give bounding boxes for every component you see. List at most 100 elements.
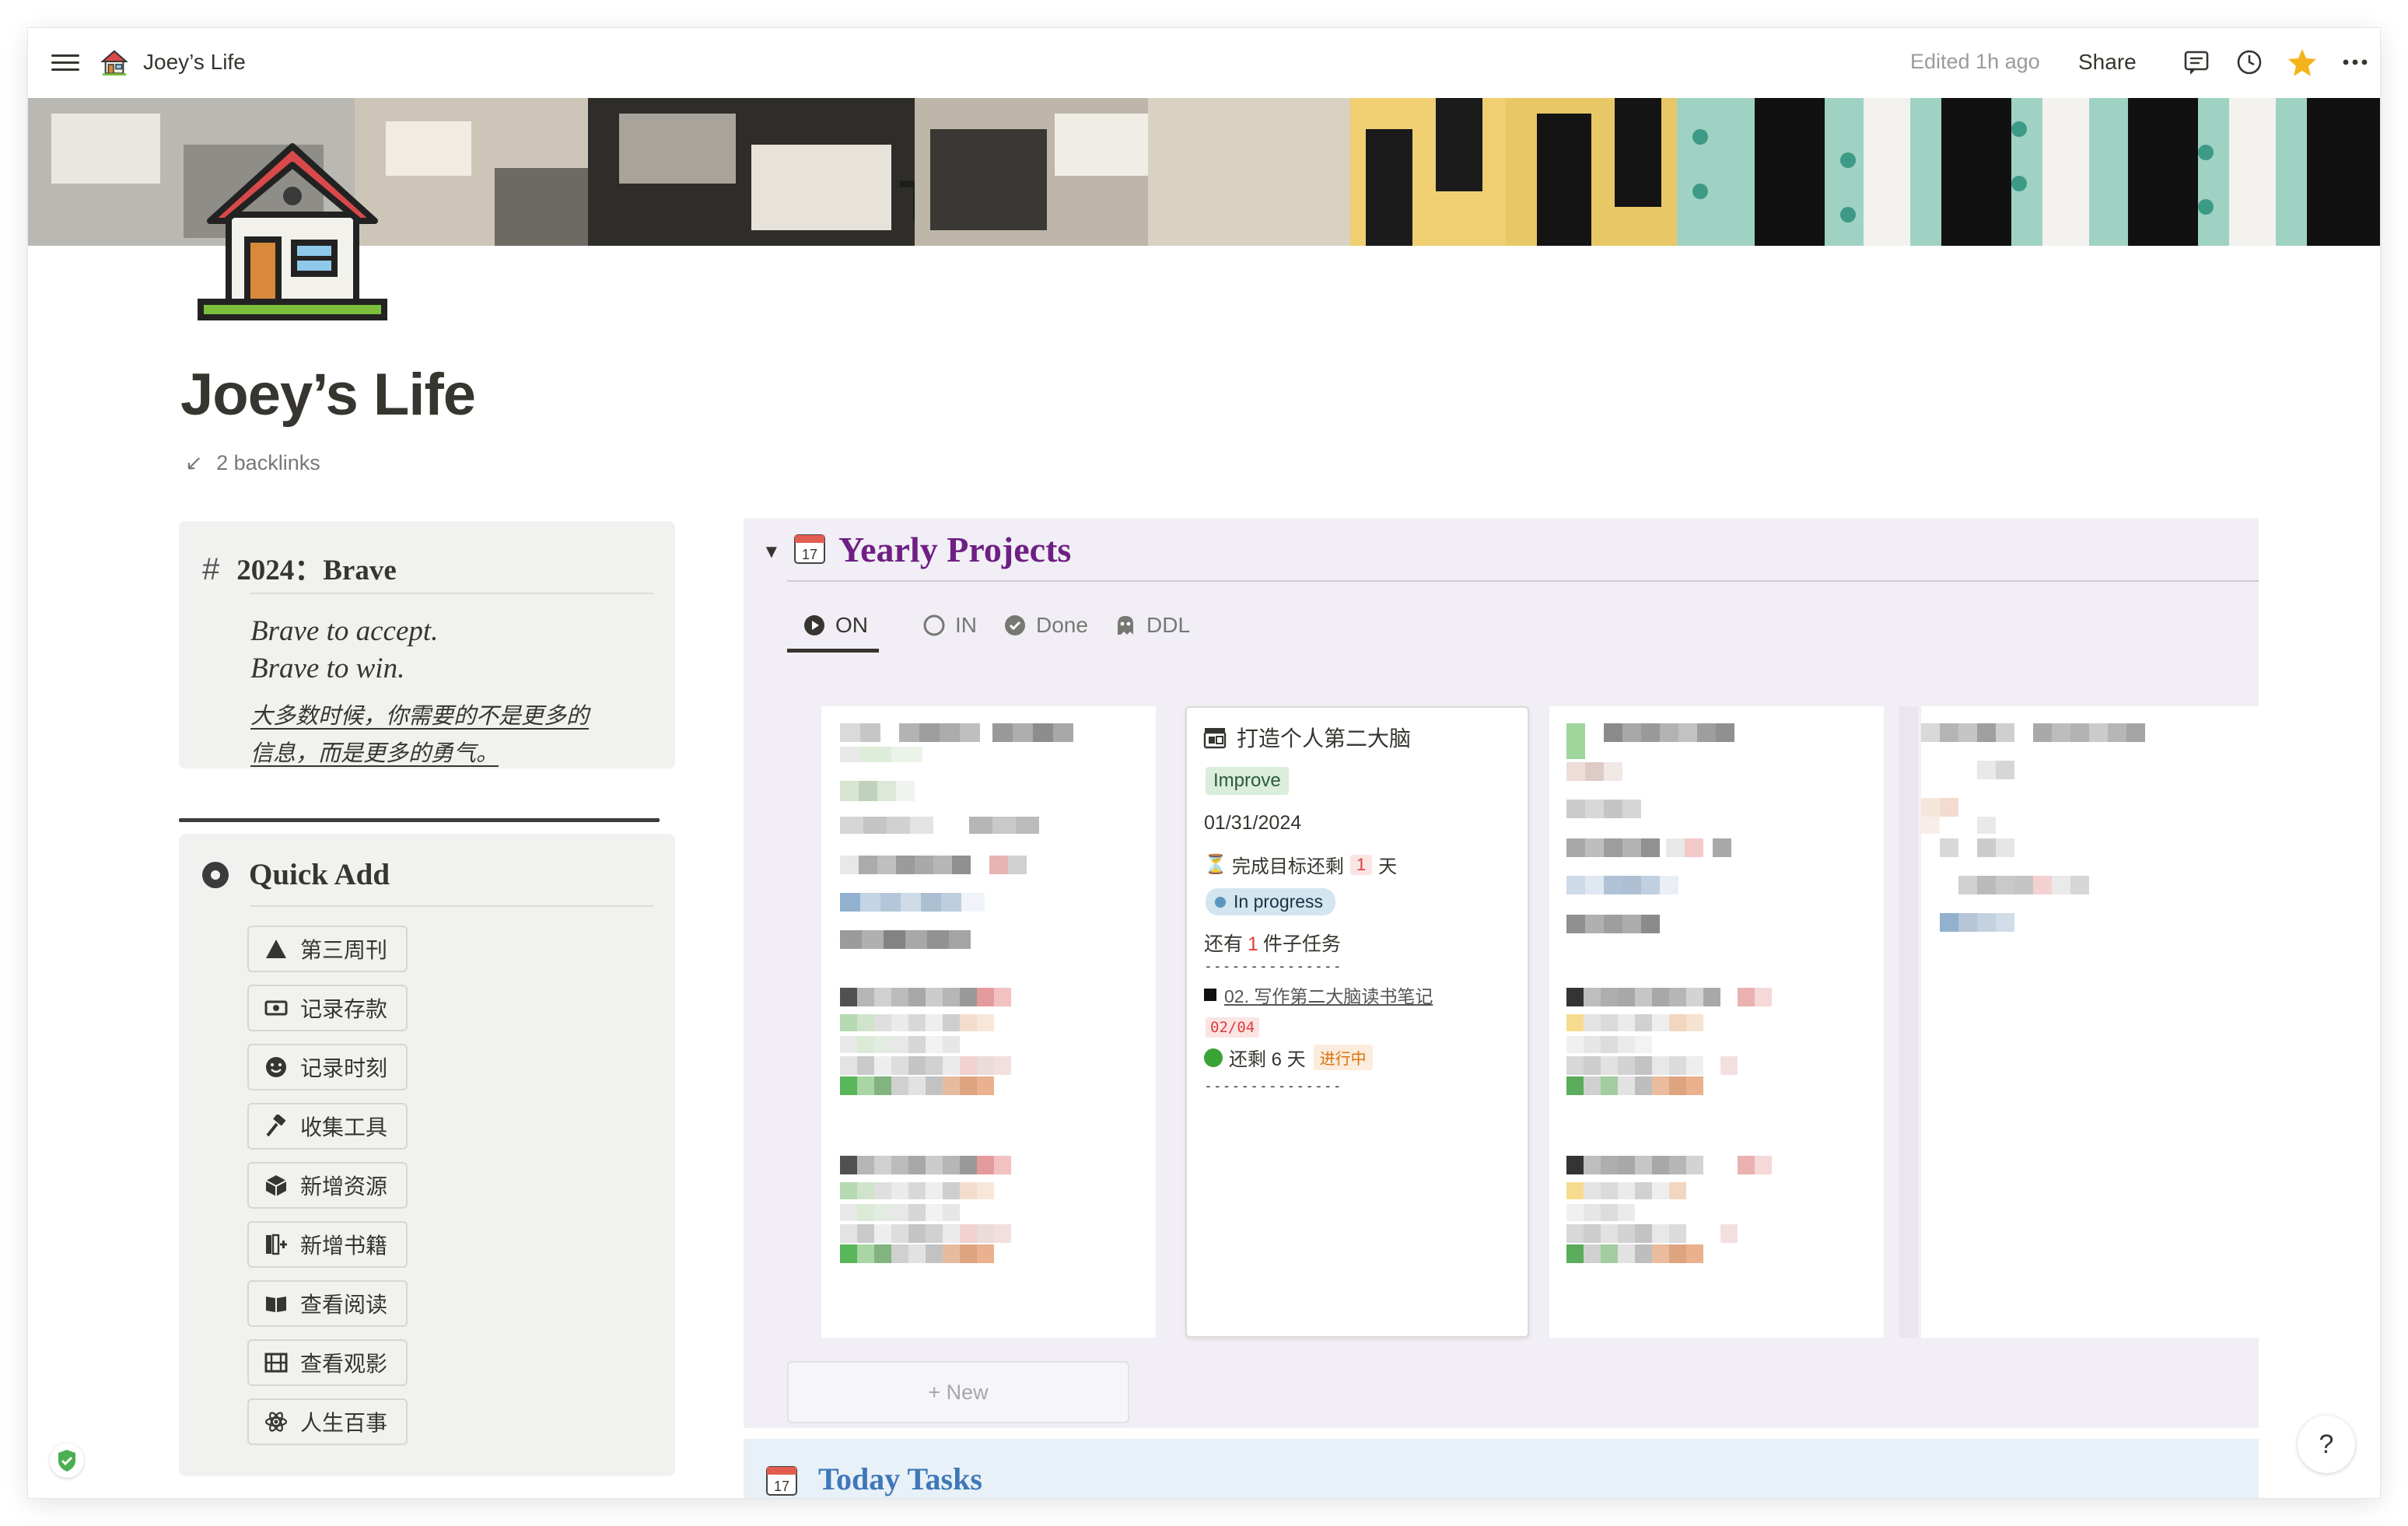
quick-add-button-label: 记录存款 <box>300 997 388 1021</box>
tab-ddl[interactable]: DDL <box>1114 602 1190 649</box>
remain-number: 1 <box>1349 854 1373 875</box>
status-label: In progress <box>1234 891 1324 912</box>
board-card-blurred[interactable] <box>821 706 1156 1338</box>
svg-text:17: 17 <box>774 1479 789 1494</box>
category-tag: Improve <box>1206 767 1289 795</box>
share-button[interactable]: Share <box>2078 50 2137 75</box>
page-title[interactable]: Joey’s Life <box>180 361 476 429</box>
atom-icon <box>263 1409 289 1435</box>
hammer-icon <box>263 1113 289 1139</box>
subtask-date: 02/04 <box>1206 1017 1260 1038</box>
today-tasks-title[interactable]: Today Tasks <box>818 1461 982 1497</box>
yearly-projects-title[interactable]: Yearly Projects <box>838 529 1071 570</box>
quick-add-button-label: 人生百事 <box>300 1411 388 1435</box>
remaining-text: 还剩 6 天 <box>1229 1049 1306 1070</box>
check-circle-icon <box>1005 615 1025 635</box>
subtask-prefix: 还有 <box>1204 933 1244 955</box>
days-remaining: ⏳ 完成目标还剩 1 天 <box>1204 851 1397 878</box>
quick-add-button-tools[interactable]: 收集工具 <box>247 1103 408 1150</box>
subtask-count: 还有 1 件子任务 <box>1204 929 1341 957</box>
quick-add-button-resource[interactable]: 新增资源 <box>247 1162 408 1209</box>
quick-add-button-reading[interactable]: 查看阅读 <box>247 1280 408 1327</box>
help-button[interactable]: ? <box>2298 1416 2355 1473</box>
separator: --------------- <box>1204 958 1342 975</box>
quick-add-button-label: 记录时刻 <box>300 1056 388 1080</box>
clock-icon[interactable] <box>2232 45 2266 79</box>
card-title-text: 打造个人第二大脑 <box>1237 726 1412 751</box>
backlinks-arrow-icon: ↙ <box>185 451 203 474</box>
top-bar: Joey’s Life Edited 1h ago Share <box>28 28 2380 98</box>
money-icon <box>263 995 289 1021</box>
hourglass-icon: ⏳ <box>1204 854 1227 875</box>
calendar-icon: 17 <box>794 534 825 564</box>
quick-add-button-label: 查看阅读 <box>300 1293 388 1317</box>
column-gap <box>1899 706 1918 1338</box>
blurred-content <box>840 723 1073 1263</box>
board-card-second-brain[interactable]: 打造个人第二大脑 Improve 01/31/2024 ⏳ 完成目标还剩 1 天… <box>1185 706 1529 1338</box>
tab-on[interactable]: ON <box>803 602 868 649</box>
box-icon <box>263 1172 289 1199</box>
backlinks-label: 2 backlinks <box>216 451 320 474</box>
record-icon <box>202 861 229 888</box>
motto-line-1: Brave to accept. <box>250 615 439 647</box>
edited-status: Edited 1h ago <box>1910 50 2040 73</box>
divider <box>250 905 653 907</box>
subtask-number: 1 <box>1248 933 1258 955</box>
quick-add-button-savings[interactable]: 记录存款 <box>247 985 408 1031</box>
yearly-projects-section: ▼ 17 Yearly Projects ON IN Done DDL 打造个人… <box>744 518 2259 1428</box>
comment-icon[interactable] <box>2179 45 2214 79</box>
backlinks-link[interactable]: ↙ 2 backlinks <box>185 451 320 475</box>
quick-add-button-moment[interactable]: 记录时刻 <box>247 1044 408 1090</box>
motto-quote: Brave to accept. Brave to win. <box>250 613 438 688</box>
active-tab-indicator <box>787 649 879 653</box>
separator: --------------- <box>1204 1078 1342 1094</box>
card-date: 01/31/2024 <box>1204 812 1302 834</box>
play-circle-icon <box>804 615 824 635</box>
quick-add-button-label: 新增资源 <box>300 1174 388 1199</box>
breadcrumb[interactable]: Joey’s Life <box>143 50 246 75</box>
open-book-icon <box>263 1290 289 1317</box>
tab-label: ON <box>835 613 868 637</box>
smiley-icon <box>263 1054 289 1080</box>
quick-add-button-movies[interactable]: 查看观影 <box>247 1339 408 1386</box>
board-card-blurred[interactable] <box>1921 706 2259 1338</box>
more-icon[interactable] <box>2338 45 2372 79</box>
tab-done[interactable]: Done <box>1003 602 1088 649</box>
remain-prefix: 完成目标还剩 <box>1231 856 1344 877</box>
section-divider <box>179 818 660 822</box>
triangle-icon <box>263 936 289 962</box>
quick-add-button-life[interactable]: 人生百事 <box>247 1398 408 1445</box>
subtask-remaining: 还剩 6 天 进行中 <box>1204 1044 1373 1071</box>
status-badge: In progress <box>1206 888 1336 915</box>
svg-text:17: 17 <box>802 547 817 562</box>
divider <box>787 580 2259 582</box>
motto-heading-text: 2024：Brave <box>236 555 397 586</box>
card-title: 打造个人第二大脑 <box>1202 722 1411 753</box>
square-icon <box>1204 989 1216 1001</box>
ghost-icon <box>1118 616 1133 635</box>
menu-icon[interactable] <box>51 50 79 75</box>
house-icon[interactable] <box>191 131 394 333</box>
new-card-button[interactable]: + New <box>787 1361 1129 1423</box>
tab-label: DDL <box>1146 613 1191 637</box>
board-card-blurred[interactable] <box>1549 706 1884 1338</box>
quick-add-button-book[interactable]: 新增书籍 <box>247 1221 408 1268</box>
quick-add-button-label: 查看观影 <box>300 1352 388 1376</box>
subtask-link[interactable]: 02. 写作第二大脑读书笔记 <box>1204 982 1433 1008</box>
progress-badge: 进行中 <box>1313 1045 1373 1070</box>
tab-label: IN <box>955 613 977 637</box>
motto-callout: #2024：Brave Brave to accept. Brave to wi… <box>179 521 675 768</box>
motto-chinese: 大多数时候，你需要的不是更多的 信息，而是更多的勇气。 <box>250 697 589 772</box>
toggle-triangle-icon[interactable]: ▼ <box>762 541 781 563</box>
blurred-content <box>1921 723 2145 932</box>
remain-suffix: 天 <box>1378 856 1398 877</box>
hash-icon: # <box>202 552 220 586</box>
tab-in[interactable]: IN <box>922 602 977 649</box>
shield-icon[interactable] <box>50 1444 84 1478</box>
motto-line-2: Brave to win. <box>250 653 405 684</box>
star-icon[interactable] <box>2285 45 2319 79</box>
motto-chinese-line-1: 大多数时候，你需要的不是更多的 <box>250 702 590 729</box>
quick-add-button-label: 新增书籍 <box>300 1234 388 1258</box>
quick-add-button-label: 收集工具 <box>300 1115 388 1139</box>
quick-add-button-weekly[interactable]: 第三周刊 <box>247 926 408 972</box>
